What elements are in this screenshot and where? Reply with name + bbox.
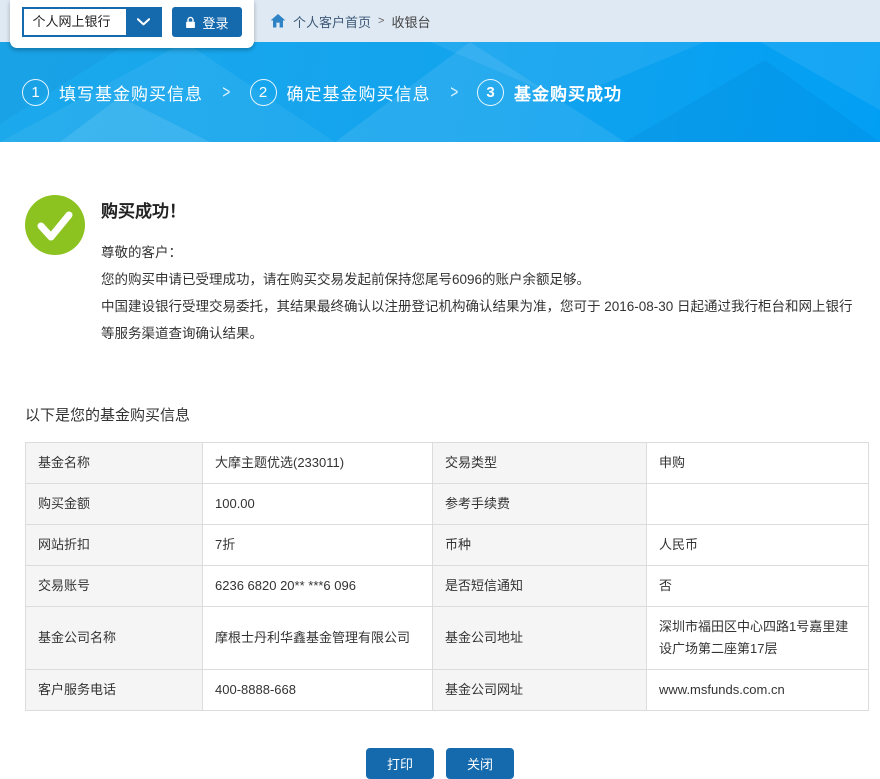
- detail-label: 网站折扣: [26, 525, 203, 566]
- channel-select[interactable]: 个人网上银行: [22, 7, 162, 37]
- table-row: 交易账号 6236 6820 20** ***6 096 是否短信通知 否: [26, 566, 869, 607]
- result-line2: 中国建设银行受理交易委托，其结果最终确认以注册登记机构确认结果为准，您可于 20…: [101, 293, 853, 347]
- step-banner: 1 填写基金购买信息 > 2 确定基金购买信息 > 3 基金购买成功: [0, 42, 880, 142]
- table-row: 购买金额 100.00 参考手续费: [26, 484, 869, 525]
- login-label: 登录: [202, 13, 228, 32]
- detail-value: [647, 484, 869, 525]
- details-title: 以下是您的基金购买信息: [25, 404, 855, 425]
- step-separator-icon: >: [222, 82, 230, 103]
- purchase-info-table: 基金名称 大摩主题优选(233011) 交易类型 申购 购买金额 100.00 …: [25, 442, 869, 711]
- step-3-label: 基金购买成功: [514, 80, 622, 105]
- detail-label: 是否短信通知: [433, 566, 647, 607]
- details-section: 以下是您的基金购买信息 基金名称 大摩主题优选(233011) 交易类型 申购 …: [25, 404, 855, 711]
- step-1: 1 填写基金购买信息: [22, 79, 203, 106]
- wizard-steps: 1 填写基金购买信息 > 2 确定基金购买信息 > 3 基金购买成功: [22, 42, 622, 142]
- breadcrumb-home-link[interactable]: 个人客户首页: [293, 12, 371, 31]
- login-button[interactable]: 登录: [172, 7, 241, 37]
- top-bar: 个人客户首页 > 收银台 个人网上银行 登录: [0, 0, 880, 42]
- step-separator-icon: >: [450, 82, 458, 103]
- detail-value: 7折: [203, 525, 433, 566]
- step-2-label: 确定基金购买信息: [287, 80, 431, 105]
- breadcrumb: 个人客户首页 > 收银台: [270, 0, 430, 42]
- step-3-number: 3: [477, 79, 504, 106]
- detail-value: 申购: [647, 443, 869, 484]
- table-row: 基金公司名称 摩根士丹利华鑫基金管理有限公司 基金公司地址 深圳市福田区中心四路…: [26, 607, 869, 670]
- table-row: 网站折扣 7折 币种 人民币: [26, 525, 869, 566]
- detail-label: 交易类型: [433, 443, 647, 484]
- detail-value: 深圳市福田区中心四路1号嘉里建设广场第二座第17层: [647, 607, 869, 670]
- detail-value: 100.00: [203, 484, 433, 525]
- detail-label: 基金公司地址: [433, 607, 647, 670]
- detail-value: 否: [647, 566, 869, 607]
- detail-value: 人民币: [647, 525, 869, 566]
- table-row: 客户服务电话 400-8888-668 基金公司网址 www.msfunds.c…: [26, 670, 869, 711]
- result-title: 购买成功！: [101, 197, 853, 222]
- detail-label: 参考手续费: [433, 484, 647, 525]
- detail-label: 币种: [433, 525, 647, 566]
- result-line1: 您的购买申请已受理成功，请在购买交易发起前保持您尾号6096的账户余额足够。: [101, 266, 853, 293]
- chevron-down-icon[interactable]: [126, 9, 160, 35]
- detail-value: 400-8888-668: [203, 670, 433, 711]
- close-button[interactable]: 关闭: [446, 748, 514, 779]
- result-section: 购买成功！ 尊敬的客户： 您的购买申请已受理成功，请在购买交易发起前保持您尾号6…: [0, 142, 880, 347]
- channel-card: 个人网上银行 登录: [10, 0, 254, 48]
- step-1-label: 填写基金购买信息: [59, 80, 203, 105]
- result-text: 购买成功！ 尊敬的客户： 您的购买申请已受理成功，请在购买交易发起前保持您尾号6…: [101, 195, 853, 347]
- detail-label: 基金公司名称: [26, 607, 203, 670]
- step-3-active: 3 基金购买成功: [477, 79, 622, 106]
- step-2: 2 确定基金购买信息: [250, 79, 431, 106]
- lock-icon: [185, 16, 196, 29]
- detail-value: 摩根士丹利华鑫基金管理有限公司: [203, 607, 433, 670]
- detail-value: 大摩主题优选(233011): [203, 443, 433, 484]
- table-row: 基金名称 大摩主题优选(233011) 交易类型 申购: [26, 443, 869, 484]
- detail-label: 交易账号: [26, 566, 203, 607]
- detail-label: 购买金额: [26, 484, 203, 525]
- detail-label: 客户服务电话: [26, 670, 203, 711]
- action-bar: 打印 关闭: [0, 748, 880, 779]
- channel-select-value: 个人网上银行: [24, 9, 126, 35]
- print-button[interactable]: 打印: [366, 748, 434, 779]
- home-icon: [270, 13, 286, 29]
- detail-label: 基金公司网址: [433, 670, 647, 711]
- detail-value: 6236 6820 20** ***6 096: [203, 566, 433, 607]
- step-1-number: 1: [22, 79, 49, 106]
- breadcrumb-separator: >: [378, 15, 384, 27]
- step-2-number: 2: [250, 79, 277, 106]
- result-greeting: 尊敬的客户：: [101, 239, 853, 266]
- detail-value: www.msfunds.com.cn: [647, 670, 869, 711]
- breadcrumb-current: 收银台: [391, 12, 430, 31]
- detail-label: 基金名称: [26, 443, 203, 484]
- check-icon: [25, 195, 85, 255]
